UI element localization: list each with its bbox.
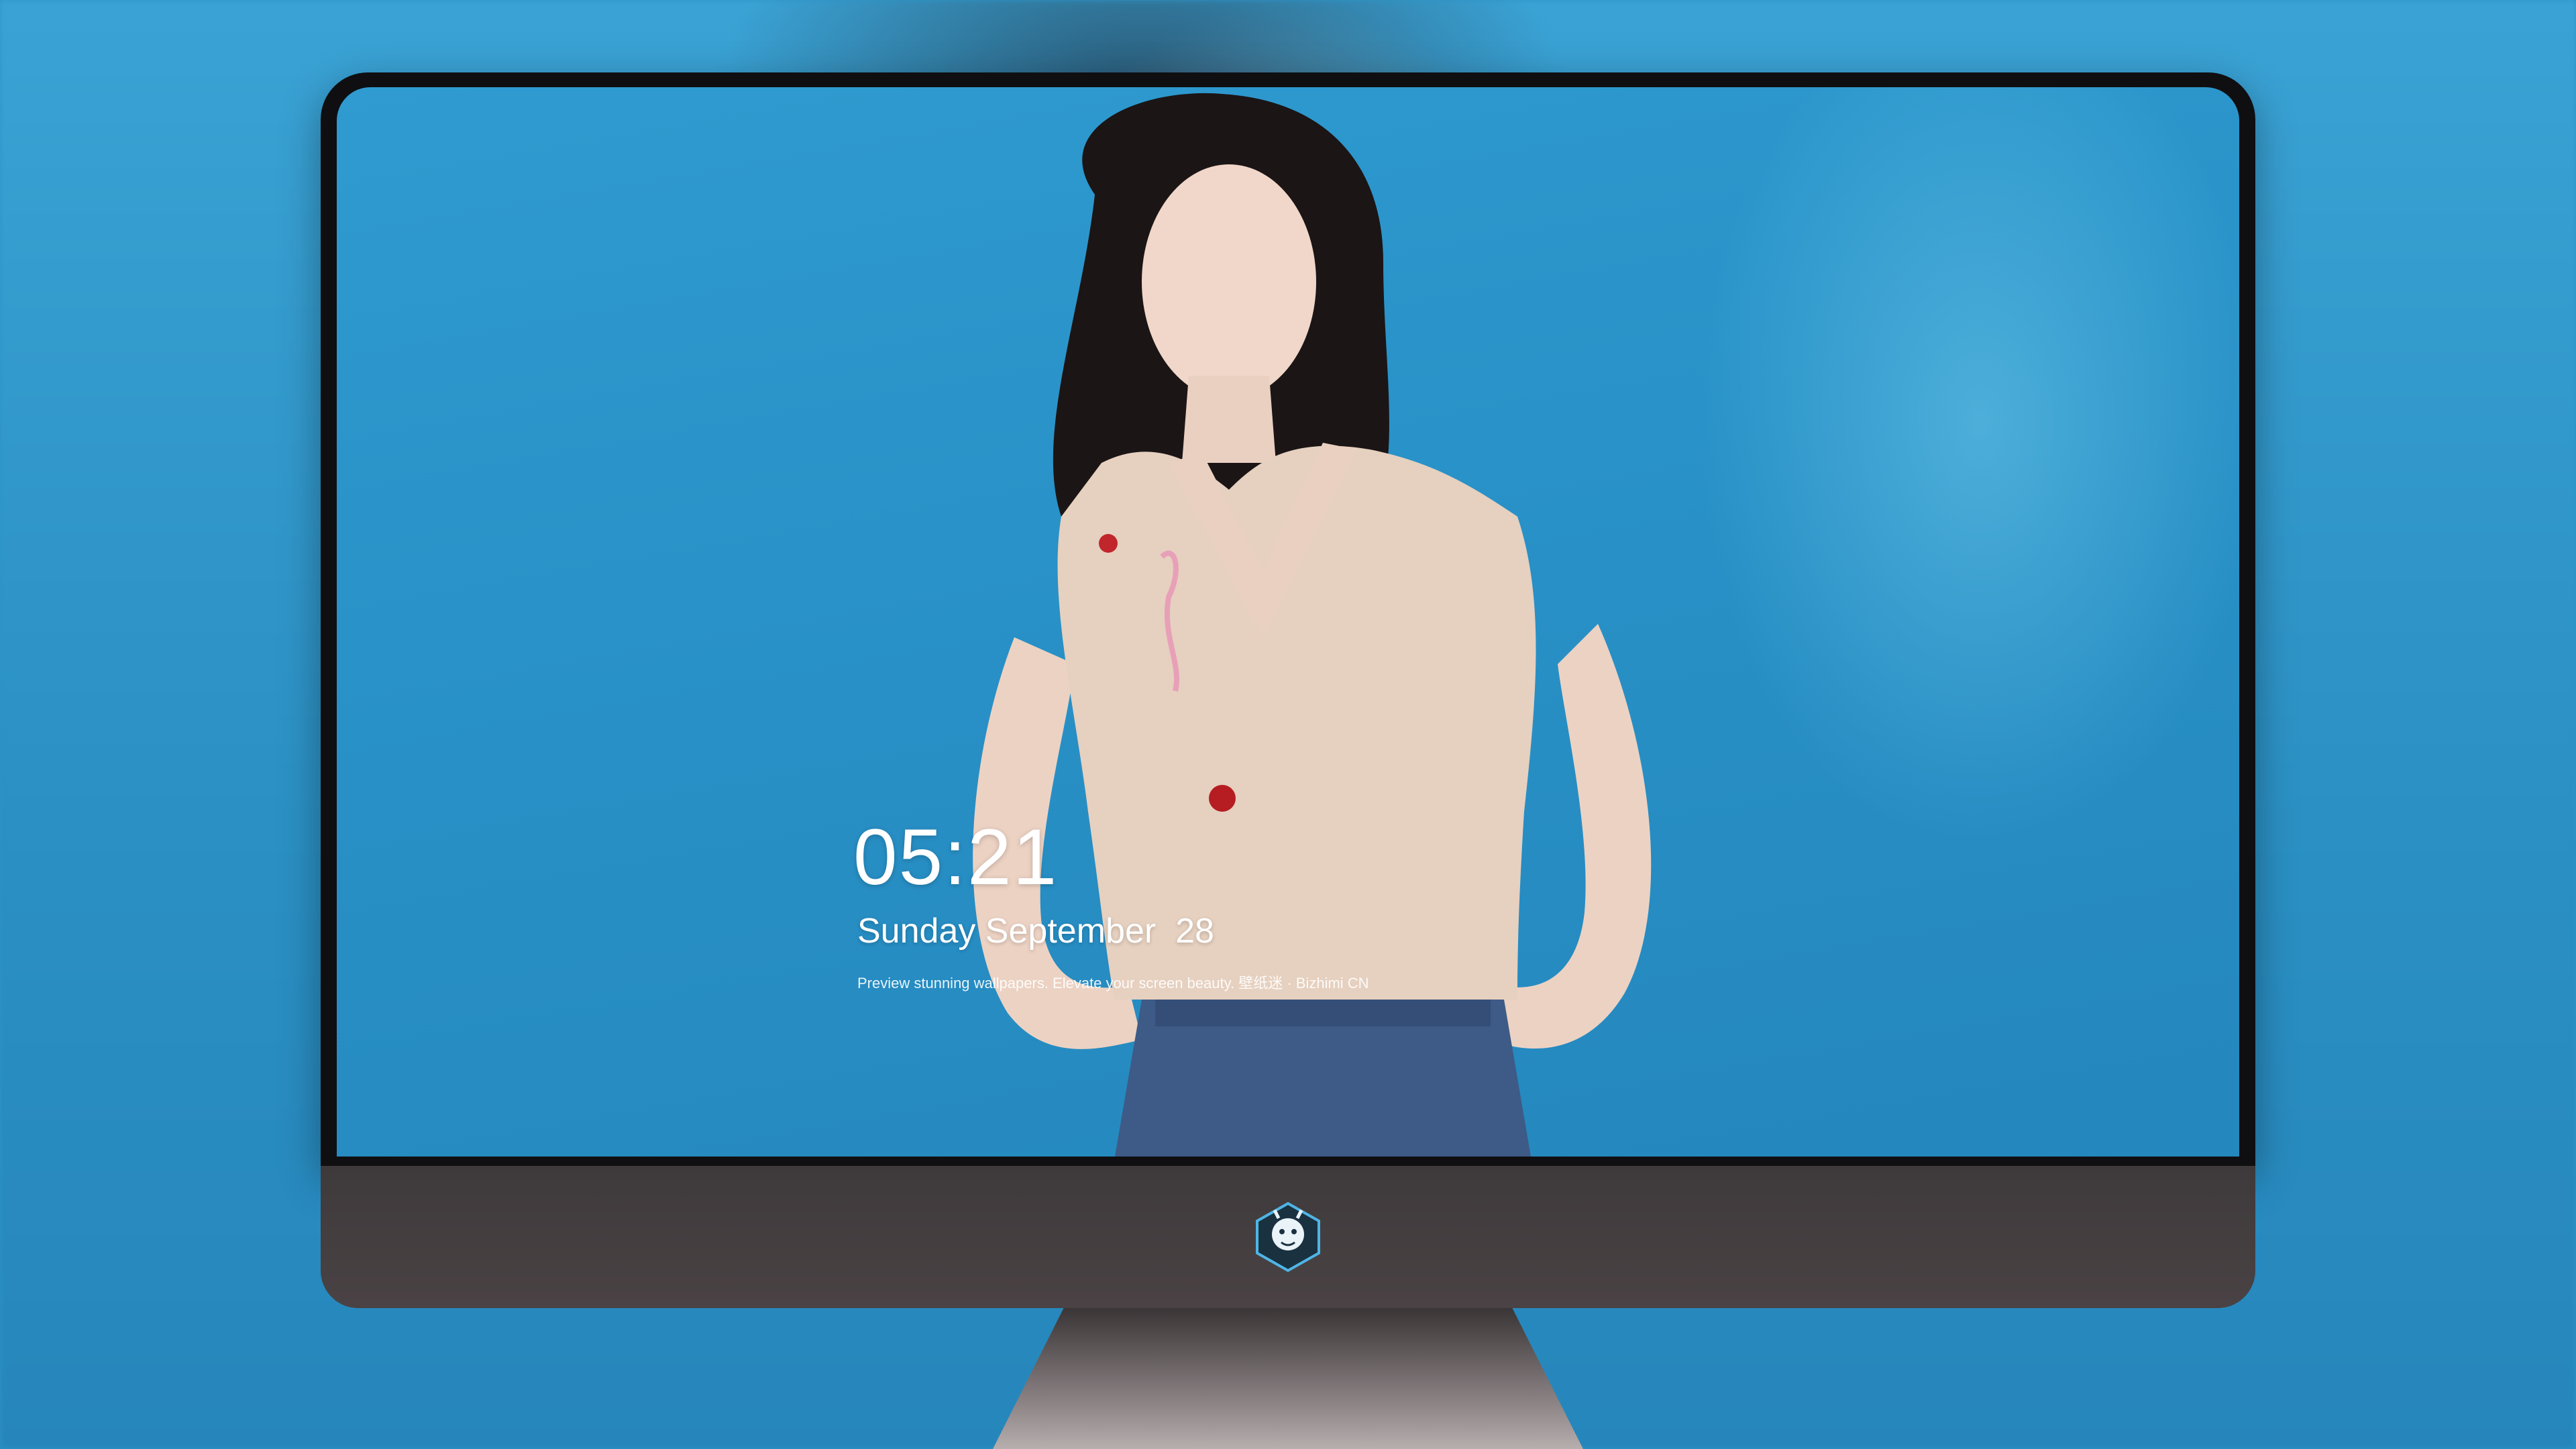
lockscreen-clock: 05:21 (853, 813, 1059, 902)
monitor-stand (993, 1308, 1583, 1449)
dragon-logo-icon (1256, 1201, 1320, 1273)
wallpaper-figure (973, 93, 1652, 1157)
desktop-screen: 05:21 Sunday September 28 Preview stunni… (337, 87, 2239, 1157)
lockscreen-date: Sunday September 28 (857, 912, 1214, 951)
wallpaper-caption: Preview stunning wallpapers. Elevate you… (857, 975, 1369, 991)
